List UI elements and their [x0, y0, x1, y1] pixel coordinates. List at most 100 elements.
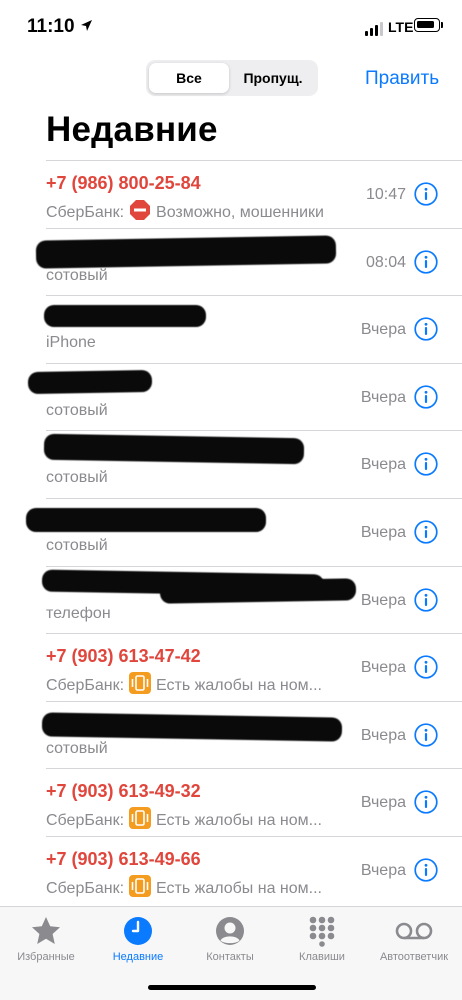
call-type-label: Возможно, мошенники: [156, 203, 324, 221]
row-divider: [46, 227, 462, 229]
calls-filter-segmented-control: Все Пропущ.: [146, 60, 318, 96]
call-time: Вчера: [360, 862, 406, 879]
call-subtitle: сотовый: [46, 402, 108, 420]
call-subtitle: СберБанк: Возможно, мошенники: [46, 199, 324, 226]
status-bar: 11:10 LTE: [0, 0, 462, 56]
call-row[interactable]: +7 (903) 613-49-66 СберБанк: Есть жалобы н…: [0, 836, 462, 903]
call-row[interactable]: сотовый 08:04: [0, 227, 462, 295]
call-subtitle: телефон: [46, 605, 111, 623]
caller-id-source: СберБанк:: [46, 676, 125, 694]
call-type-label: Есть жалобы на ном...: [156, 879, 322, 897]
call-row[interactable]: сотовый Вчера: [0, 700, 462, 768]
row-divider: [46, 295, 462, 297]
call-time: Вчера: [360, 321, 406, 339]
call-row[interactable]: iPhone Вчера: [0, 295, 462, 362]
call-time: Вчера: [360, 794, 406, 812]
tab-favorites[interactable]: Избранные: [0, 915, 92, 963]
location-arrow-icon: [81, 20, 92, 31]
info-icon[interactable]: [414, 249, 438, 274]
row-divider: [46, 430, 462, 432]
call-type-label: Есть жалобы на ном...: [156, 811, 322, 829]
row-divider: [46, 768, 462, 770]
row-divider: [46, 565, 462, 567]
tab-contacts[interactable]: Контакты: [184, 915, 276, 963]
segment-missed[interactable]: Пропущ.: [231, 63, 315, 93]
call-subtitle: СберБанк: Есть жалобы на ном...: [46, 672, 322, 699]
battery-tip: [441, 22, 443, 28]
status-time: 11:10: [27, 16, 75, 37]
info-icon[interactable]: [414, 182, 438, 206]
call-subtitle: СберБанк: Есть жалобы на ном...: [46, 807, 322, 834]
tab-keypad[interactable]: Клавиши: [276, 915, 368, 963]
redaction-mark: [44, 305, 206, 328]
caller-id-source: СберБанк:: [46, 811, 125, 829]
call-row[interactable]: +7 (986) 800-25-84 СберБанк: Возможно, мош…: [0, 160, 462, 227]
call-row[interactable]: +7 (903) 613-47-42 СберБанк: Есть жалобы н…: [0, 633, 462, 700]
call-type-label: сотовый: [46, 537, 108, 554]
call-type-label: iPhone: [46, 334, 96, 352]
info-icon[interactable]: [414, 587, 438, 612]
call-time: Вчера: [360, 659, 406, 677]
info-icon[interactable]: [414, 385, 438, 409]
call-type-label: сотовый: [46, 469, 108, 487]
call-type-label: сотовый: [46, 739, 108, 757]
call-subtitle: СберБанк: Есть жалобы на ном...: [46, 875, 322, 902]
keypad-icon: [309, 916, 335, 947]
call-type-label: сотовый: [46, 266, 108, 284]
tab-keypad-label: Клавиши: [299, 951, 345, 963]
info-icon[interactable]: [414, 723, 438, 747]
row-divider: [46, 160, 462, 161]
segment-all[interactable]: Все: [149, 63, 229, 93]
call-row[interactable]: сотовый Вчера: [0, 362, 462, 430]
call-time: 08:04: [365, 253, 406, 271]
edit-button[interactable]: Править: [365, 68, 439, 90]
call-time: Вчера: [360, 388, 406, 406]
caller-id-source: СберБанк:: [46, 203, 125, 221]
call-time: Вчера: [360, 591, 406, 609]
call-type-label: Есть жалобы на ном...: [156, 676, 322, 694]
info-icon[interactable]: [414, 520, 438, 544]
tab-voicemail-label: Автоответчик: [379, 951, 449, 963]
vibrating-phone-icon: [129, 807, 152, 834]
call-time: 10:47: [365, 186, 406, 203]
tab-recents[interactable]: Недавние: [92, 915, 184, 963]
row-divider: [46, 633, 462, 635]
info-icon[interactable]: [414, 452, 438, 477]
redaction-mark: [41, 712, 343, 742]
caller-name: +7 (903) 613-49-66: [46, 849, 201, 869]
call-row[interactable]: +7 (903) 613-49-32 СберБанк: Есть жалобы н…: [0, 768, 462, 835]
info-icon[interactable]: [414, 317, 438, 341]
info-icon[interactable]: [414, 655, 438, 679]
page-title: Недавние: [46, 110, 218, 149]
call-row[interactable]: телефон Вчера: [0, 565, 462, 633]
caller-name: +7 (903) 613-47-42: [46, 646, 201, 667]
row-divider: [46, 836, 462, 837]
caller-name: +7 (903) 613-49-32: [46, 781, 201, 802]
tab-voicemail[interactable]: Автоответчик: [368, 915, 460, 963]
redaction-mark: [35, 234, 337, 269]
info-icon[interactable]: [414, 790, 438, 815]
call-row[interactable]: сотовый Вчера: [0, 498, 462, 565]
call-time: Вчера: [360, 726, 406, 744]
tab-recents-label: Недавние: [112, 951, 164, 963]
row-divider: [46, 498, 462, 499]
caller-id-source: СберБанк:: [46, 879, 125, 897]
call-subtitle: сотовый: [46, 267, 108, 285]
stop-sign-icon: [129, 199, 151, 226]
battery-icon: [414, 18, 440, 32]
call-row[interactable]: сотовый Вчера: [0, 430, 462, 497]
call-time: Вчера: [360, 524, 406, 541]
signal-strength-icon: [365, 22, 383, 36]
call-subtitle: сотовый: [46, 469, 108, 487]
call-time: Вчера: [360, 456, 406, 474]
redaction-mark: [26, 508, 266, 532]
redaction-mark: [27, 369, 153, 394]
voicemail-icon: [395, 922, 433, 940]
info-icon[interactable]: [414, 858, 438, 882]
redaction-mark: [159, 577, 357, 604]
person-circle-icon: [216, 917, 244, 945]
call-subtitle: сотовый: [46, 740, 108, 758]
caller-name: +7 (986) 800-25-84: [46, 173, 201, 193]
tab-contacts-label: Контакты: [206, 951, 254, 963]
call-type-label: сотовый: [46, 401, 108, 419]
